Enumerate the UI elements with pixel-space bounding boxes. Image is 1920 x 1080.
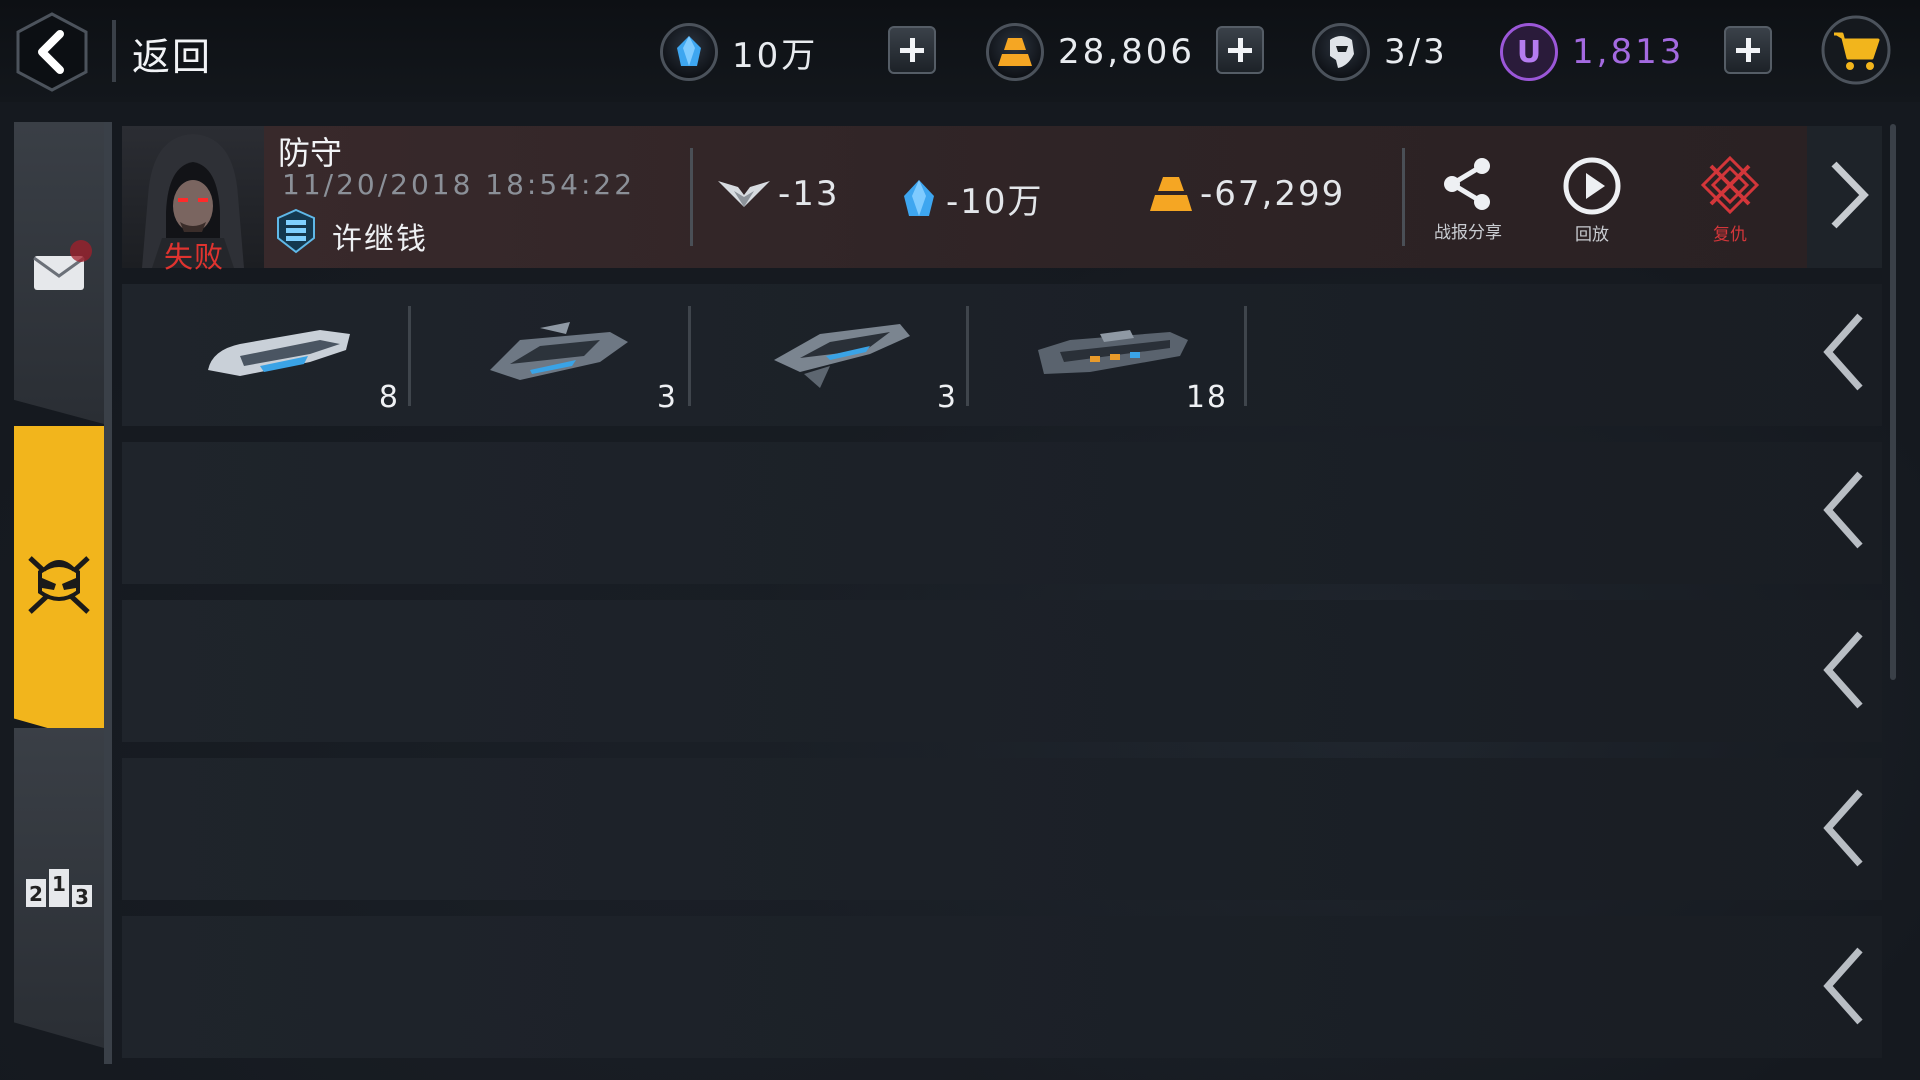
fleet-separator [688,306,691,406]
revenge-label: 复仇 [1713,225,1747,245]
share-report-button[interactable]: 战报分享 [1418,156,1518,243]
row-arrow[interactable] [1820,786,1870,870]
chevron-left-icon [1823,471,1863,549]
wings-icon [718,181,770,207]
empty-report-row [122,916,1882,1058]
stat-gold-change: -67,299 [1148,174,1345,214]
fleet-ship-destroyer [480,310,640,400]
crystal-icon [660,23,718,81]
chevron-left-icon [1823,789,1863,867]
fleet-ship-frigate [200,310,360,400]
gold-value: 28,806 [1058,32,1195,72]
revenge-icon [1700,155,1760,215]
replay-label: 回放 [1575,225,1609,245]
sidebar-edge [104,122,112,1064]
sidebar-tab-rankings[interactable]: 2 1 3 [14,728,104,1048]
shop-button[interactable] [1820,14,1892,86]
u-credits-resource: U 1,813 [1500,18,1684,86]
revenge-button[interactable]: 复仇 [1680,155,1780,245]
fleet-count-battleship: 18 [1185,380,1228,415]
mail-notification-dot [70,240,92,262]
back-label[interactable]: 返回 [132,26,212,81]
row-arrow[interactable] [1820,468,1870,552]
fleet-separator [966,306,969,406]
stat-rank-value: -13 [778,174,840,214]
chevron-right-icon [1831,161,1869,229]
shopping-cart-icon [1821,15,1891,85]
stat-crystal-change: -10万 [898,174,1044,223]
fleet-separator [408,306,411,406]
actions-separator [1402,148,1405,246]
battle-result: 失败 [164,240,225,274]
row-arrow[interactable] [1820,628,1870,712]
pilot-helmet-icon [1312,23,1370,81]
cruiser-ship-icon [774,324,910,388]
empty-report-row [122,600,1882,742]
fleet-count-cruiser: 3 [936,380,958,415]
stat-gold-value: -67,299 [1200,174,1346,214]
row-arrow[interactable] [1820,944,1870,1028]
chevron-left-icon [1823,631,1863,709]
scrollbar[interactable] [1890,124,1896,680]
fleet-ship-battleship [1030,310,1190,400]
destroyer-ship-icon [490,322,628,380]
replay-button[interactable]: 回放 [1542,156,1642,245]
fleet-count-destroyer: 3 [656,380,678,415]
row-collapse-arrow[interactable] [1820,310,1870,394]
opponent-name: 许继钱 [332,222,428,257]
share-icon [1444,158,1490,210]
gold-resource: 28,806 [986,18,1195,86]
play-icon [1563,157,1621,215]
sidebar-tab-mail[interactable] [14,122,104,424]
podium-icon: 2 1 3 [26,869,92,909]
gold-bar-icon [1150,177,1192,211]
empty-report-row [122,758,1882,900]
u-credits-value: 1,813 [1572,32,1685,72]
empty-report-row [122,442,1882,584]
crystal-value: 10万 [732,35,819,76]
report-expand-arrow[interactable] [1826,158,1872,232]
u-credits-plus-button[interactable] [1724,26,1772,74]
u-coin-icon: U [1500,23,1558,81]
crystal-resource: 10万 [660,18,818,86]
back-divider [112,20,116,82]
gold-plus-button[interactable] [1216,26,1264,74]
back-arrow-icon [16,12,88,92]
sidebar-tab-battle-reports[interactable] [14,426,104,744]
fleet-ship-cruiser [760,310,920,400]
fleet-separator [1244,306,1247,406]
battle-skull-icon [28,556,90,614]
battleship-ship-icon [1038,330,1188,374]
stat-crystal-value: -10万 [946,182,1044,222]
report-separator [690,148,693,246]
chevron-left-icon [1823,313,1863,391]
podium-first: 1 [49,869,69,907]
stat-rank-change: -13 [716,174,840,214]
alliance-badge-icon [276,208,316,254]
podium-second: 2 [26,879,46,907]
fleet-count-frigate: 8 [378,380,400,415]
crystal-plus-button[interactable] [888,26,936,74]
crystal-icon [904,179,934,216]
chevron-left-icon [1823,947,1863,1025]
frigate-ship-icon [208,330,350,376]
podium-third: 3 [72,885,92,909]
energy-value: 3/3 [1384,32,1448,72]
energy-resource: 3/3 [1312,18,1448,86]
report-datetime: 11/20/2018 18:54:22 [282,168,636,201]
back-button[interactable] [14,10,90,94]
gold-bar-icon [986,23,1044,81]
share-report-label: 战报分享 [1434,223,1502,243]
